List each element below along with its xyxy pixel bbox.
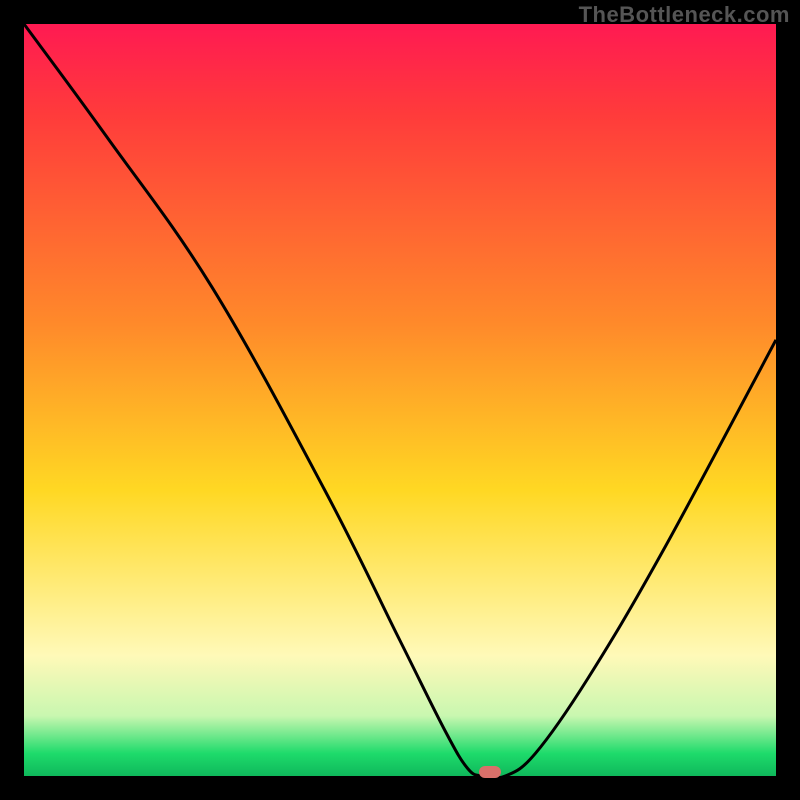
watermark-text: TheBottleneck.com (579, 2, 790, 28)
chart-svg (24, 24, 776, 776)
plot-area (24, 24, 776, 776)
gradient-rect (24, 24, 776, 776)
optimal-marker (479, 766, 501, 778)
chart-frame: TheBottleneck.com (0, 0, 800, 800)
